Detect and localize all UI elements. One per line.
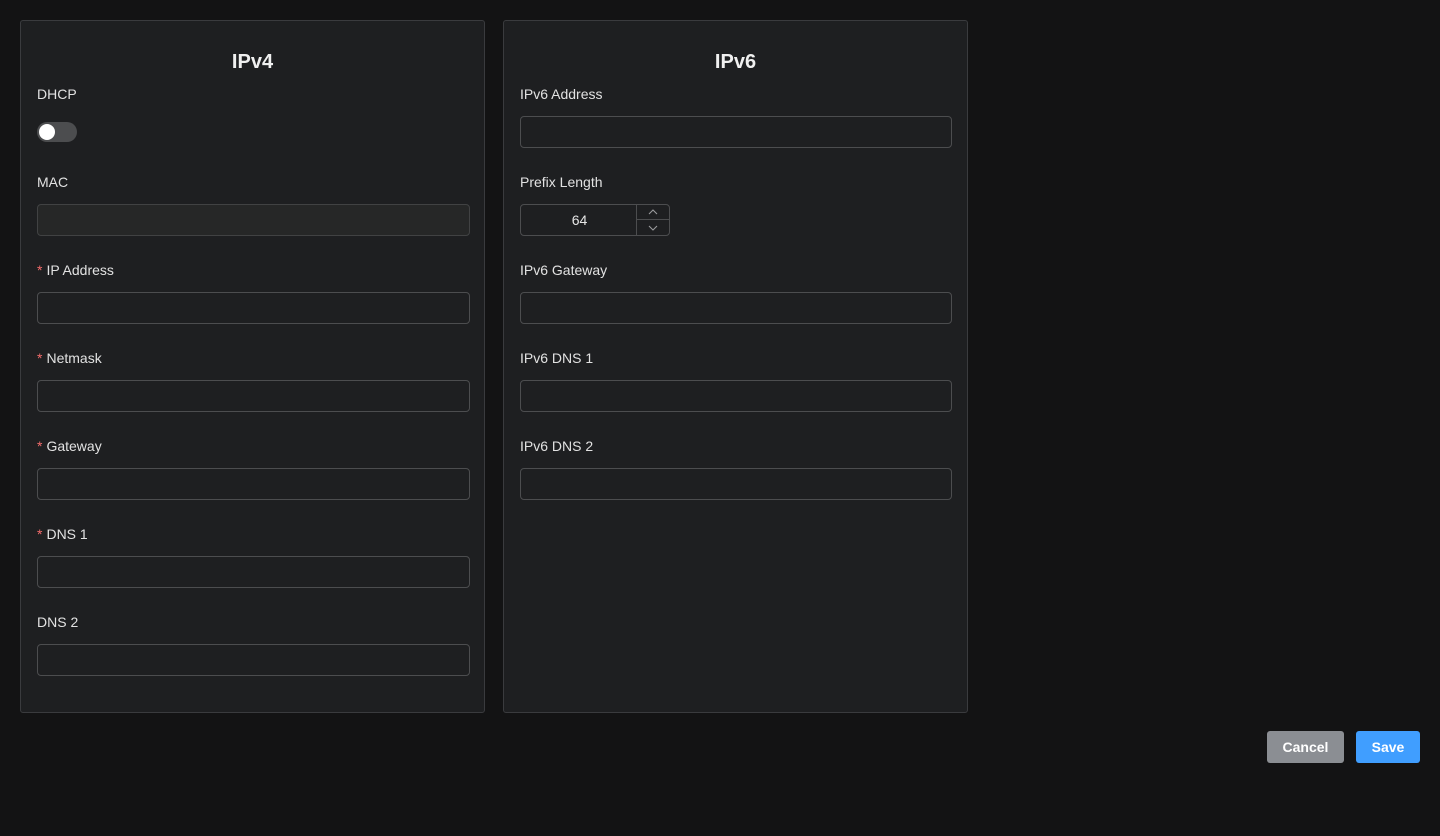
save-button[interactable]: Save [1356,731,1420,763]
chevron-down-icon [648,225,658,231]
dhcp-toggle-knob [39,124,55,140]
ipv4-panel: IPv4 DHCP MAC * IP Address * Netmask * Gate… [20,20,485,713]
prefix-length-value[interactable]: 64 [521,205,638,235]
ipv4-title: IPv4 [231,51,274,73]
ip-address-label: * IP Address [37,262,114,278]
prefix-length-stepper[interactable]: 64 [520,204,670,236]
prefix-length-controls [636,205,669,235]
netmask-label: * Netmask [37,350,102,366]
cancel-button[interactable]: Cancel [1267,731,1344,763]
ipv6-dns2-label: IPv6 DNS 2 [520,438,594,454]
dns1-label: * DNS 1 [37,526,88,542]
required-mark: * [37,438,43,454]
ipv6-gateway-input[interactable] [520,292,952,324]
required-mark: * [37,350,43,366]
dns2-label: DNS 2 [37,614,79,630]
ipv6-title: IPv6 [714,51,757,73]
dns2-input[interactable] [37,644,470,676]
required-mark: * [37,526,43,542]
ip-address-input[interactable] [37,292,470,324]
ipv6-address-label: IPv6 Address [520,86,603,102]
ipv6-panel: IPv6 IPv6 Address Prefix Length 64 IPv6 … [503,20,968,713]
decrement-button[interactable] [637,220,669,235]
prefix-length-label: Prefix Length [520,174,603,190]
ipv6-gateway-label: IPv6 Gateway [520,262,608,278]
netmask-input[interactable] [37,380,470,412]
increment-button[interactable] [637,205,669,220]
mac-label: MAC [37,174,69,190]
dhcp-toggle[interactable] [37,122,77,142]
gateway-input[interactable] [37,468,470,500]
ipv6-dns2-input[interactable] [520,468,952,500]
dns1-input[interactable] [37,556,470,588]
netmask-label-text: Netmask [46,350,102,366]
gateway-label-text: Gateway [46,438,102,454]
gateway-label: * Gateway [37,438,102,454]
dhcp-label: DHCP [37,86,77,102]
required-mark: * [37,262,43,278]
ipv6-address-input[interactable] [520,116,952,148]
ip-address-label-text: IP Address [46,262,114,278]
ipv6-dns1-label: IPv6 DNS 1 [520,350,594,366]
chevron-up-icon [648,209,658,215]
dns1-label-text: DNS 1 [46,526,88,542]
ipv6-dns1-input[interactable] [520,380,952,412]
mac-input[interactable] [37,204,470,236]
